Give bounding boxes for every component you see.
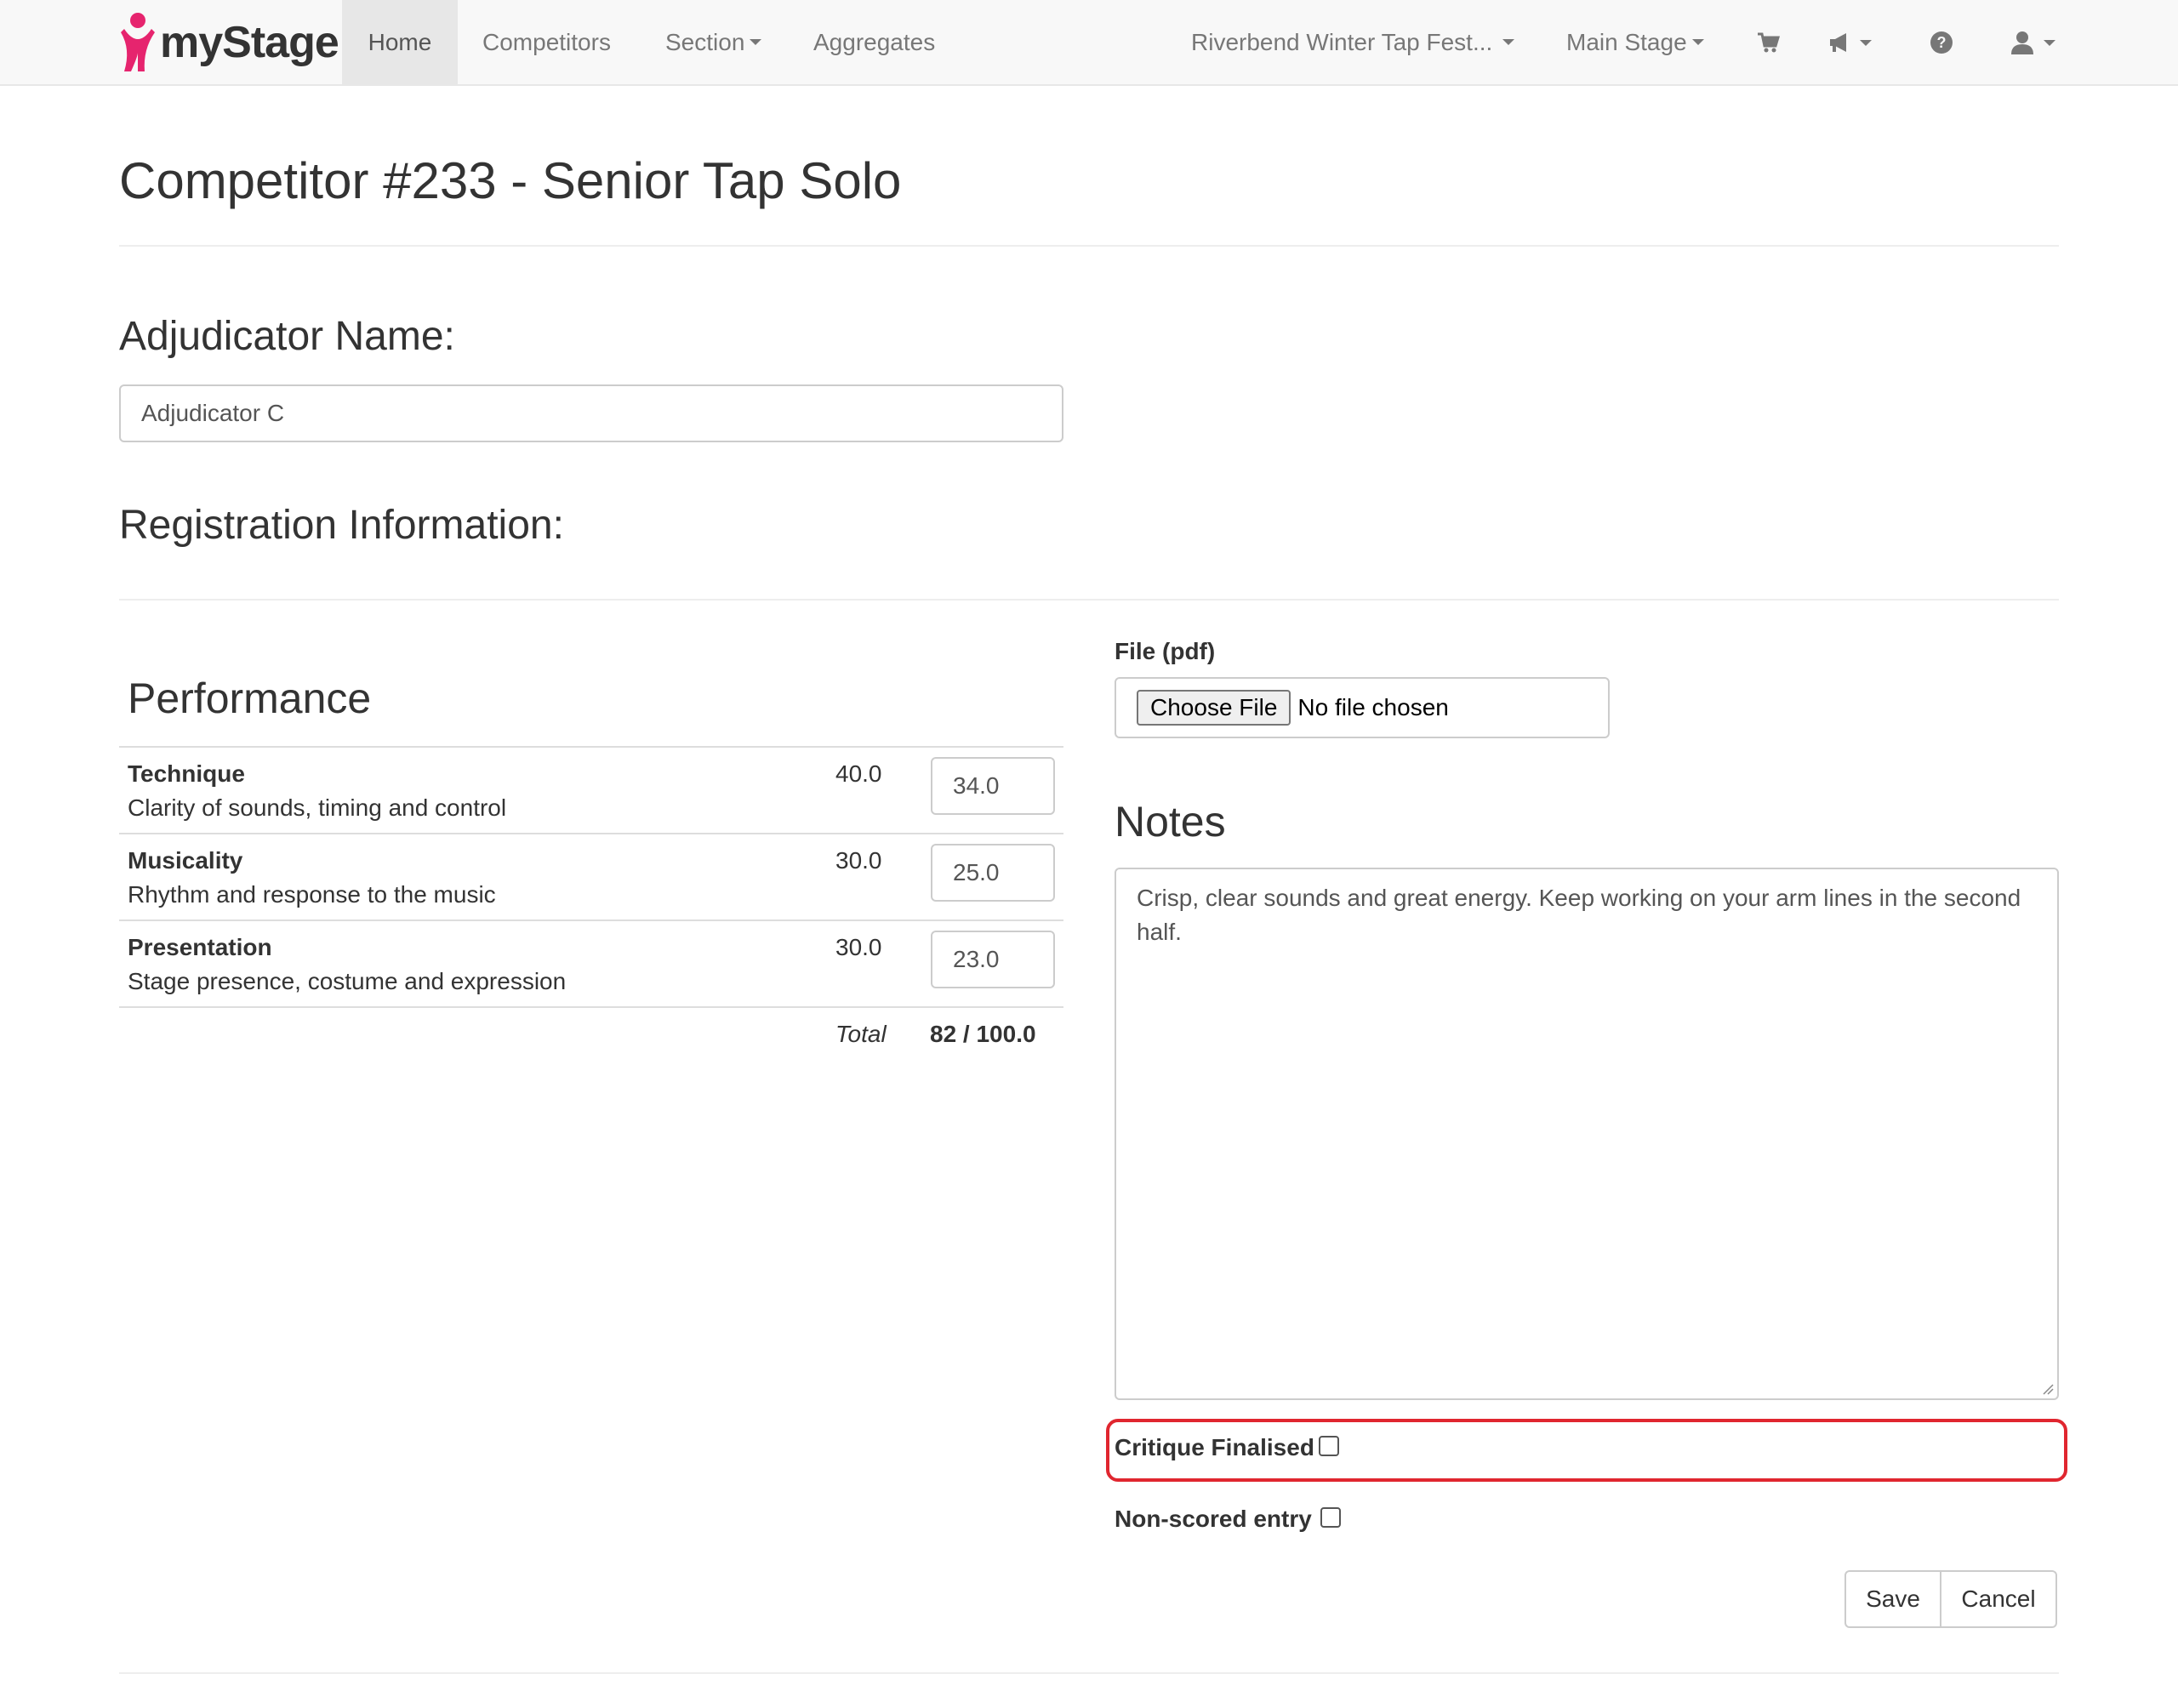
nav-section-label: Section: [665, 28, 745, 55]
table-divider: [119, 833, 1063, 834]
score-value: 25.0: [953, 859, 1000, 885]
score-input[interactable]: 34.0: [931, 757, 1055, 815]
nav-competitors-label: Competitors: [482, 28, 611, 55]
nav-section-dropdown[interactable]: Section: [665, 0, 762, 84]
file-status: No file chosen: [1297, 694, 1449, 720]
mystage-logo-icon: [121, 13, 155, 71]
save-button[interactable]: Save: [1844, 1570, 1941, 1628]
file-label: File (pdf): [1115, 638, 1216, 664]
nav-home-label: Home: [368, 28, 432, 55]
cart-icon[interactable]: [1756, 26, 1780, 60]
notes-textarea[interactable]: Crisp, clear sounds and great energy. Ke…: [1115, 868, 2059, 1400]
notes-title: Notes: [1115, 798, 1226, 845]
criterion-name: Presentation: [128, 934, 272, 960]
non-scored-label: Non-scored entry: [1115, 1506, 1312, 1532]
criterion-name: Technique: [128, 760, 245, 787]
criterion-description: Stage presence, costume and expression: [128, 968, 567, 994]
event-selector[interactable]: Riverbend Winter Tap Fest...: [1191, 0, 1515, 84]
table-divider: [119, 746, 1063, 748]
total-label: Total: [835, 1021, 887, 1047]
score-input[interactable]: 23.0: [931, 931, 1055, 988]
stage-selector[interactable]: Main Stage: [1566, 0, 1704, 84]
score-input[interactable]: 25.0: [931, 844, 1055, 902]
divider: [119, 1672, 2059, 1674]
score-value: 23.0: [953, 946, 1000, 972]
adjudicator-heading: Adjudicator Name:: [119, 314, 455, 359]
criterion-description: Rhythm and response to the music: [128, 881, 496, 908]
resize-handle-icon[interactable]: [2040, 1381, 2054, 1395]
criterion-description: Clarity of sounds, timing and control: [128, 794, 507, 821]
page-title: Competitor #233 - Senior Tap Solo: [119, 152, 902, 209]
notes-text: Crisp, clear sounds and great energy. Ke…: [1137, 885, 2021, 945]
choose-file-button[interactable]: Choose File: [1137, 690, 1291, 726]
file-input: Choose File No file chosen: [1115, 677, 1610, 738]
divider: [119, 245, 2059, 247]
brand-name: myStage: [160, 18, 339, 67]
stage-selector-label: Main Stage: [1566, 28, 1687, 55]
chevron-down-icon: [2044, 39, 2055, 46]
chevron-down-icon: [750, 39, 762, 45]
megaphone-icon[interactable]: [1827, 26, 1872, 60]
chevron-down-icon: [1502, 39, 1515, 45]
event-selector-label: Riverbend Winter Tap Fest...: [1191, 28, 1493, 55]
table-divider: [119, 919, 1063, 921]
top-navbar: myStage Home Competitors Section Aggrega…: [0, 0, 2178, 86]
performance-title: Performance: [128, 675, 372, 722]
critique-finalised-checkbox[interactable]: [1319, 1436, 1339, 1456]
help-icon[interactable]: ?: [1930, 26, 1953, 60]
non-scored-checkbox[interactable]: [1320, 1507, 1341, 1528]
divider: [119, 599, 2059, 601]
cancel-button[interactable]: Cancel: [1940, 1570, 2057, 1628]
criterion-max-score: 30.0: [835, 847, 882, 874]
criterion-max-score: 40.0: [835, 760, 882, 787]
score-value: 34.0: [953, 772, 1000, 799]
chevron-down-icon: [1860, 39, 1872, 46]
criterion-name: Musicality: [128, 847, 243, 874]
registration-heading: Registration Information:: [119, 503, 564, 548]
table-divider: [119, 1006, 1063, 1008]
nav-aggregates[interactable]: Aggregates: [813, 0, 935, 84]
nav-home[interactable]: Home: [342, 0, 458, 84]
criterion-max-score: 30.0: [835, 934, 882, 960]
adjudicator-name-value: Adjudicator C: [141, 400, 285, 426]
nav-aggregates-label: Aggregates: [813, 28, 936, 55]
critique-finalised-label: Critique Finalised: [1115, 1434, 1314, 1460]
svg-text:?: ?: [1937, 34, 1947, 51]
action-buttons: Save Cancel: [1844, 1570, 2057, 1628]
brand-logo[interactable]: myStage: [119, 9, 339, 77]
nav-competitors[interactable]: Competitors: [482, 0, 611, 84]
adjudicator-name-input[interactable]: Adjudicator C: [119, 384, 1063, 442]
user-icon[interactable]: [2010, 26, 2055, 60]
chevron-down-icon: [1691, 39, 1704, 45]
total-value: 82 / 100.0: [930, 1021, 1036, 1047]
